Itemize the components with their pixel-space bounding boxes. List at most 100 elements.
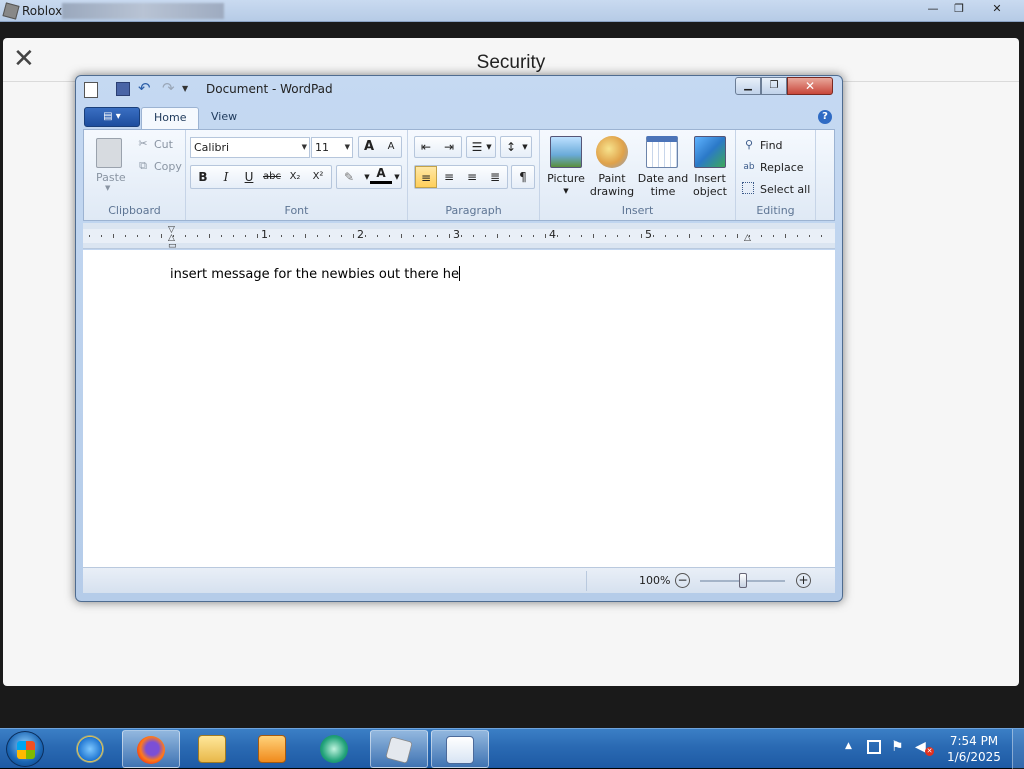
ruler-tick <box>149 235 150 237</box>
zoom-slider-thumb[interactable] <box>738 573 747 588</box>
ruler-number: 3 <box>453 228 460 241</box>
paint-drawing-icon[interactable] <box>596 136 628 168</box>
increase-indent-icon[interactable]: ⇥ <box>438 136 460 158</box>
ruler-tick <box>605 235 606 237</box>
taskbar-photos[interactable] <box>306 730 364 768</box>
ruler-tick <box>557 235 558 237</box>
taskbar-firefox[interactable] <box>122 730 180 768</box>
insert-object-button[interactable]: Insert object <box>684 172 736 198</box>
undo-icon[interactable]: ↶ <box>138 79 151 97</box>
application-menu-button[interactable]: ▤ ▾ <box>84 107 140 127</box>
replace-button[interactable]: Replace <box>760 161 804 174</box>
date-time-button[interactable]: Date and time <box>636 172 690 198</box>
tab-view[interactable]: View <box>199 107 249 129</box>
start-button[interactable] <box>6 731 44 767</box>
object-label-line2: object <box>693 185 727 198</box>
bold-button[interactable]: B <box>192 166 214 188</box>
taskbar-roblox[interactable] <box>370 730 428 768</box>
ruler-tick <box>497 234 498 238</box>
justify-button[interactable]: ≣ <box>484 166 506 188</box>
shrink-font-button[interactable]: A <box>380 136 402 158</box>
ruler-tick <box>245 235 246 237</box>
zoom-out-button[interactable]: − <box>675 573 690 588</box>
object-label-line1: Insert <box>694 172 726 185</box>
save-icon[interactable] <box>116 82 130 96</box>
picture-button[interactable]: Picture <box>540 172 592 185</box>
wordpad-minimize-button[interactable]: ▁ <box>735 77 761 95</box>
align-center-button[interactable]: ≡ <box>438 166 460 188</box>
font-family-select[interactable]: Calibri ▼ <box>190 137 310 158</box>
minimize-button[interactable]: — <box>920 1 946 18</box>
cut-button[interactable]: Cut <box>154 138 173 151</box>
ruler-tick <box>113 234 114 238</box>
group-label: Paragraph <box>445 204 502 217</box>
picture-icon[interactable] <box>550 136 582 168</box>
show-hidden-icons-button[interactable]: ▲ <box>845 741 852 751</box>
action-center-flag-icon[interactable]: ⚑ <box>891 739 904 755</box>
paint-drawing-button[interactable]: Paint drawing <box>586 172 638 198</box>
grow-font-button[interactable]: A <box>358 136 380 158</box>
ruler-tick <box>785 234 786 238</box>
select-all-button[interactable]: Select all <box>760 183 810 196</box>
strikethrough-button[interactable]: abc <box>261 166 283 188</box>
find-icon: ⚲ <box>744 138 754 151</box>
find-button[interactable]: Find <box>760 139 783 152</box>
date-time-icon[interactable] <box>646 136 678 168</box>
close-button[interactable]: ✕ <box>982 1 1012 18</box>
zoom-in-button[interactable]: + <box>796 573 811 588</box>
decrease-indent-icon[interactable]: ⇤ <box>415 136 437 158</box>
ruler[interactable]: 1 2 3 4 5 ▽ △ ▭ △ <box>83 223 835 251</box>
show-desktop-button[interactable] <box>1012 729 1024 769</box>
chevron-down-icon[interactable]: ▼ <box>518 136 532 158</box>
ruler-tick <box>773 235 774 237</box>
subscript-button[interactable]: X₂ <box>284 166 306 188</box>
clock-time[interactable]: 7:54 PM <box>946 734 1002 748</box>
chevron-down-icon: ▼ <box>301 143 307 151</box>
right-indent-marker-icon[interactable]: △ <box>744 233 751 243</box>
taskbar-file-explorer[interactable] <box>184 730 242 768</box>
paste-button[interactable]: Paste <box>96 171 126 184</box>
tab-home[interactable]: Home <box>141 107 200 129</box>
ruler-tick <box>437 235 438 237</box>
indent-marker-icon[interactable]: ▽ △ ▭ <box>168 226 177 251</box>
paste-dropdown-icon[interactable]: ▼ <box>105 184 110 192</box>
network-icon[interactable] <box>867 740 881 754</box>
clipboard-group: Paste ▼ ✂ Cut ⧉ Copy Clipboard <box>84 130 186 220</box>
chevron-down-icon[interactable]: ▼ <box>540 185 592 198</box>
taskbar-media-player[interactable] <box>244 730 302 768</box>
wordpad-maximize-button[interactable]: ❐ <box>761 77 787 95</box>
ruler-number: 5 <box>645 228 652 241</box>
internet-explorer-icon <box>76 735 104 763</box>
font-size-select[interactable]: 11 ▼ <box>311 137 353 158</box>
paste-icon[interactable] <box>96 138 122 168</box>
document-text[interactable]: insert message for the newbies out there… <box>170 266 461 282</box>
align-left-button[interactable]: ≡ <box>415 166 437 188</box>
ruler-tick <box>425 235 426 237</box>
paragraph-settings-icon[interactable]: ¶ <box>512 166 534 188</box>
ruler-tick <box>209 234 210 238</box>
ribbon: Paste ▼ ✂ Cut ⧉ Copy Clipboard Calibri ▼… <box>83 129 835 221</box>
customize-toolbar-icon[interactable]: ▼ <box>182 84 188 93</box>
italic-button[interactable]: I <box>215 166 237 188</box>
photos-icon <box>320 735 348 763</box>
clock-date[interactable]: 1/6/2025 <box>946 750 1002 764</box>
wordpad-app-icon[interactable] <box>84 82 98 98</box>
help-icon[interactable]: ? <box>818 110 832 124</box>
restore-button[interactable]: ❐ <box>946 1 972 18</box>
wordpad-titlebar[interactable]: ↶ ↷ ▼ Document - WordPad ▁ ❐ ✕ <box>76 76 842 104</box>
insert-object-icon[interactable] <box>694 136 726 168</box>
superscript-button[interactable]: X² <box>307 166 329 188</box>
taskbar-wordpad[interactable] <box>431 730 489 768</box>
redo-icon[interactable]: ↷ <box>162 79 175 97</box>
underline-button[interactable]: U <box>238 166 260 188</box>
chevron-down-icon[interactable]: ▼ <box>482 136 496 158</box>
chevron-down-icon[interactable]: ▼ <box>386 166 408 188</box>
align-right-button[interactable]: ≡ <box>461 166 483 188</box>
ruler-tick <box>821 235 822 237</box>
wordpad-close-button[interactable]: ✕ <box>787 77 833 95</box>
document-area[interactable]: insert message for the newbies out there… <box>83 250 835 567</box>
ruler-tick <box>797 235 798 237</box>
wordpad-window: ↶ ↷ ▼ Document - WordPad ▁ ❐ ✕ ▤ ▾ Home … <box>75 75 843 602</box>
taskbar-internet-explorer[interactable] <box>62 730 120 768</box>
copy-button[interactable]: Copy <box>154 160 182 173</box>
